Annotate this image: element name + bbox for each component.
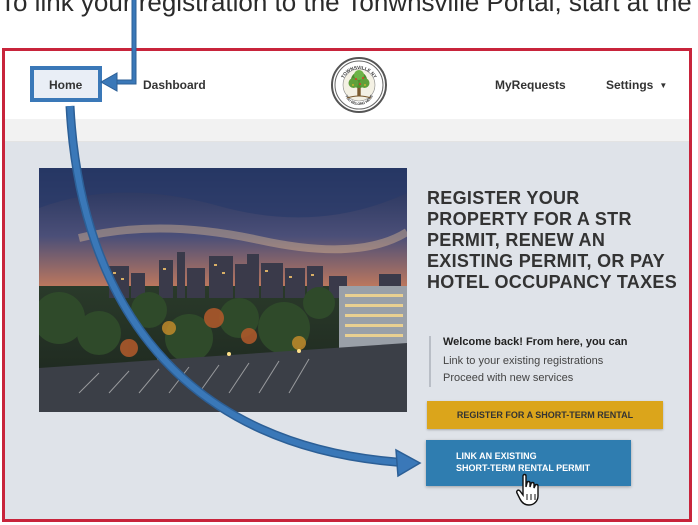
page-headline: REGISTER YOUR PROPERTY FOR A STR PERMIT,… [427, 188, 677, 292]
welcome-block: Welcome back! From here, you can Link to… [429, 336, 627, 387]
portal-window: Home Dashboard TOWNSVILLE NY YOU BELONG … [2, 48, 692, 522]
instruction-caption: To link your registration to the Tonwnsv… [0, 0, 698, 44]
link-button-line1: LINK AN EXISTING [456, 451, 537, 461]
townsville-logo[interactable]: TOWNSVILLE NY YOU BELONG HERE [331, 57, 387, 113]
nav-settings-label: Settings [606, 78, 654, 92]
nav-myrequests[interactable]: MyRequests [495, 78, 566, 92]
welcome-option-link: Link to your existing registrations [443, 355, 604, 367]
tree-logo-icon: TOWNSVILLE NY YOU BELONG HERE [334, 60, 384, 110]
nav-settings[interactable]: Settings ▼ [606, 78, 667, 92]
link-existing-permit-button[interactable]: LINK AN EXISTING SHORT-TERM RENTAL PERMI… [426, 440, 631, 486]
city-skyline-photo [39, 168, 407, 412]
welcome-title: Welcome back! From here, you can [443, 336, 628, 348]
link-button-line2: SHORT-TERM RENTAL PERMIT [456, 463, 591, 473]
nav-home[interactable]: Home [49, 78, 82, 92]
sub-navbar [5, 119, 689, 142]
top-navbar: Home Dashboard TOWNSVILLE NY YOU BELONG … [5, 51, 689, 119]
welcome-option-new: Proceed with new services [443, 372, 574, 384]
register-str-button[interactable]: REGISTER FOR A SHORT-TERM RENTAL [427, 401, 663, 429]
city-skyline-image [39, 168, 407, 412]
chevron-down-icon: ▼ [659, 81, 668, 91]
nav-dashboard[interactable]: Dashboard [143, 78, 206, 92]
instruction-caption-text: To link your registration to the Tonwnsv… [0, 0, 698, 17]
